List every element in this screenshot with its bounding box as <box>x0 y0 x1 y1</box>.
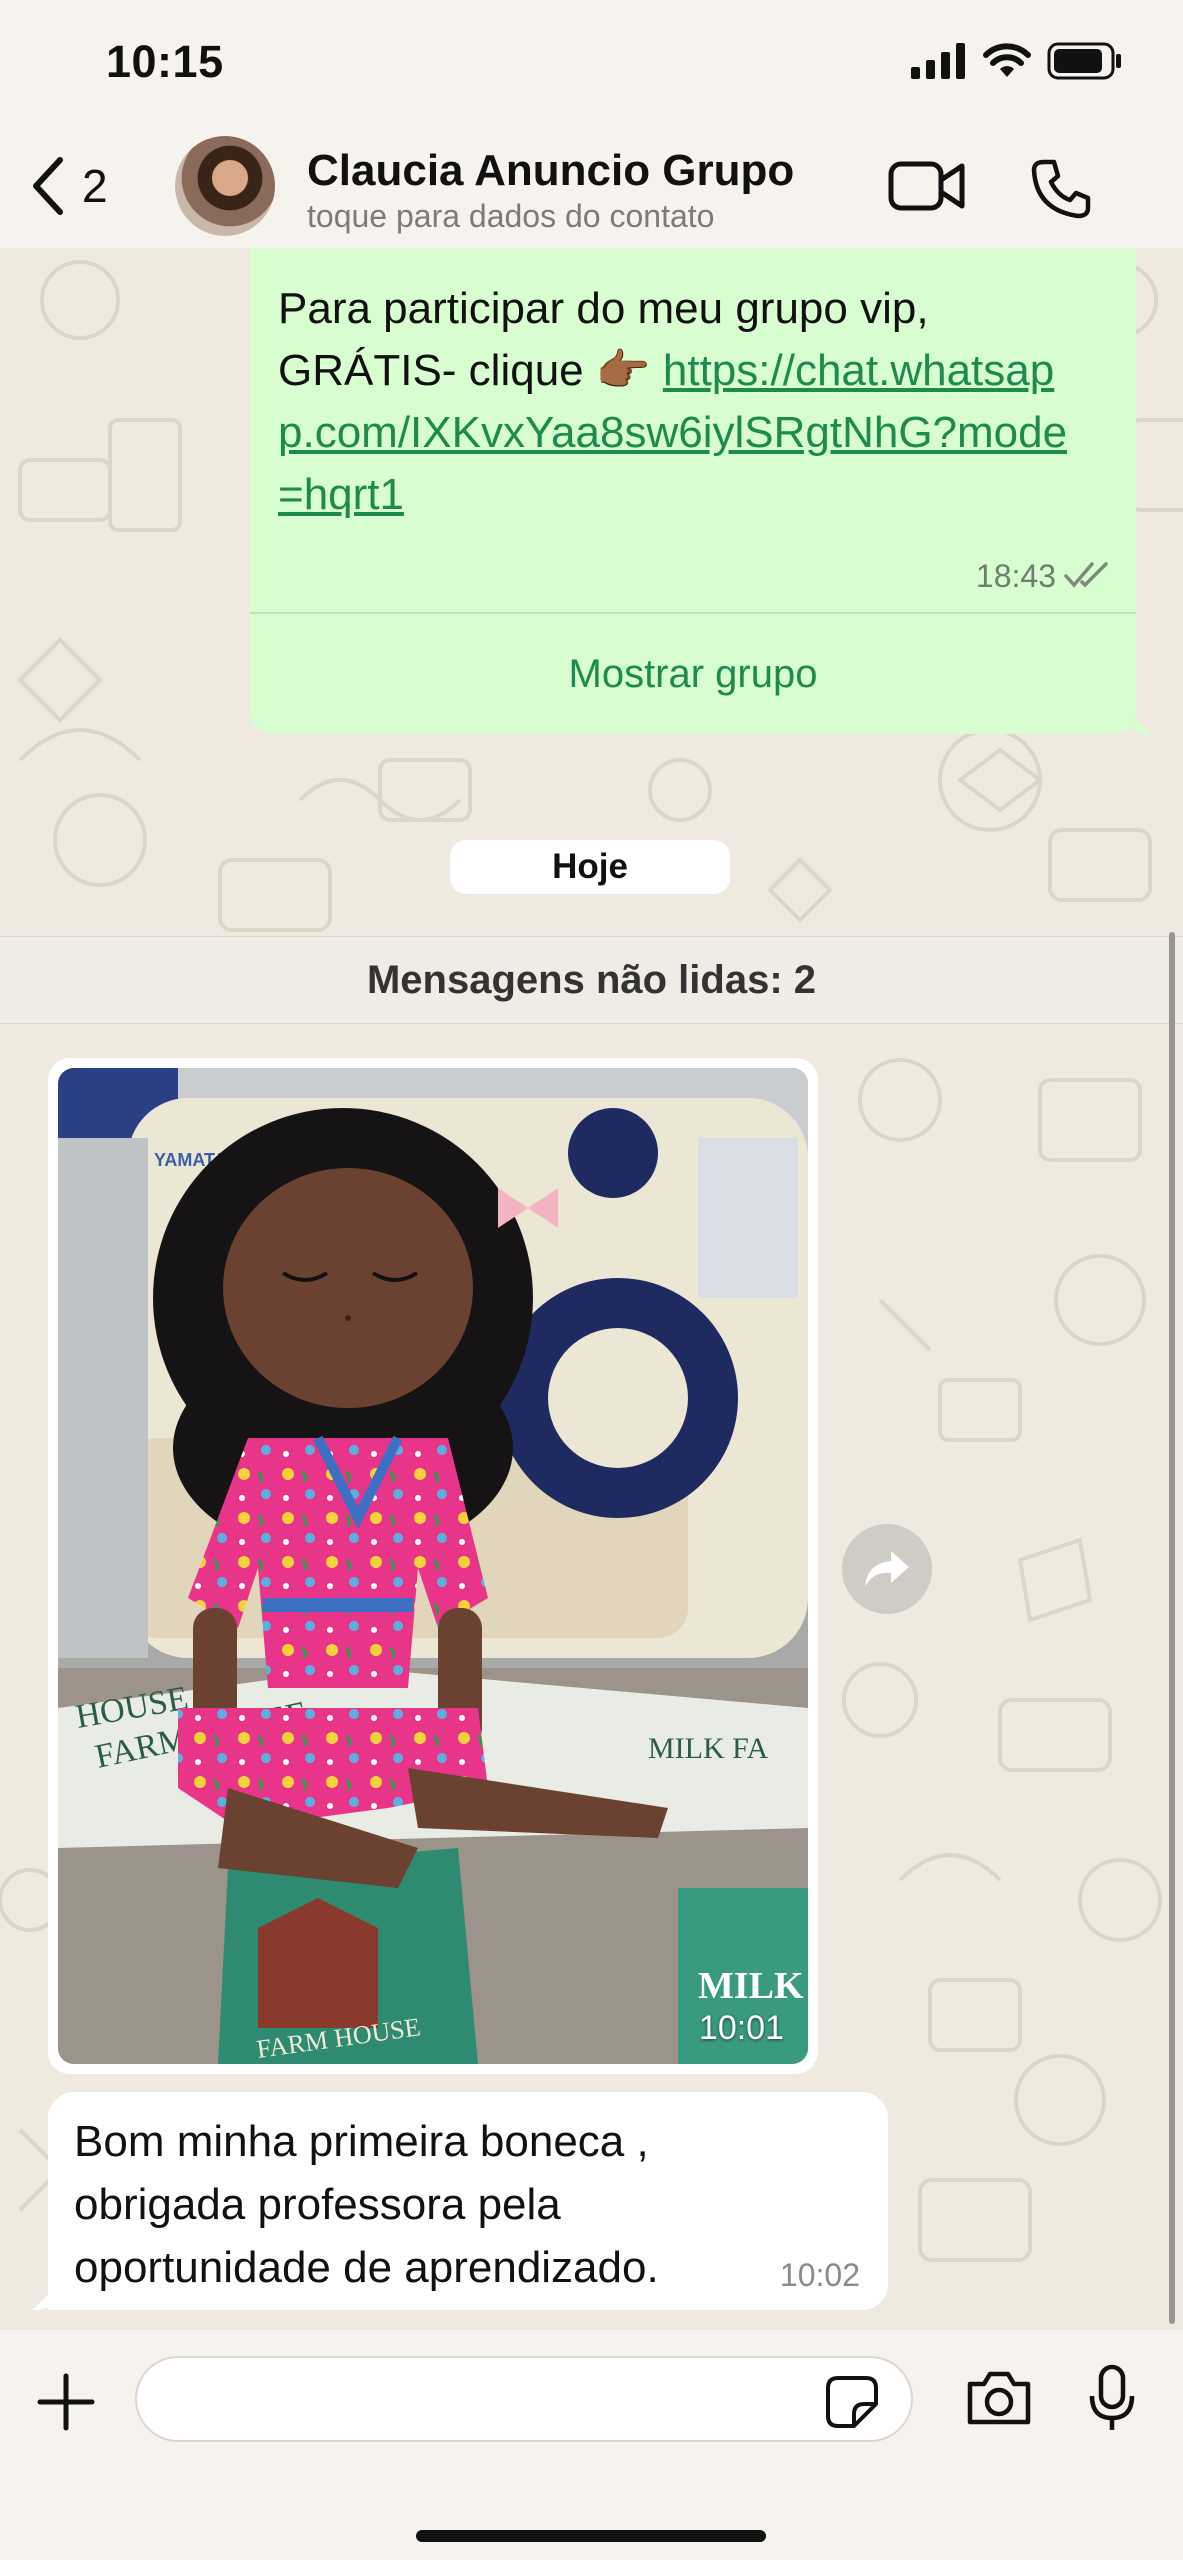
date-chip: Hoje <box>450 840 730 894</box>
image-message-bubble[interactable]: YAMATA FARM HOUSE MILK FA HOUSE FARM HOU… <box>48 1058 818 2074</box>
double-check-icon <box>1064 562 1108 588</box>
contact-name[interactable]: Claucia Anuncio Grupo <box>307 146 794 196</box>
attach-button[interactable] <box>36 2372 96 2437</box>
doll-photo[interactable]: YAMATA FARM HOUSE MILK FA HOUSE FARM HOU… <box>58 1068 808 2064</box>
back-button[interactable]: 2 <box>30 155 108 217</box>
sent-message-time: 18:43 <box>975 558 1056 594</box>
sticker-button[interactable] <box>824 2374 880 2435</box>
video-call-icon <box>888 161 965 211</box>
status-icons <box>911 42 1123 80</box>
scrollbar[interactable] <box>1169 932 1175 2324</box>
received-message-text: Bom minha primeira boneca , obrigada pro… <box>74 2117 659 2292</box>
contact-subtitle[interactable]: toque para dados do contato <box>307 198 714 235</box>
image-message-time: 10:01 <box>698 2009 784 2047</box>
sent-message-text: Para participar do meu grupo vip, GRÁTIS… <box>278 278 1078 526</box>
message-input[interactable] <box>135 2356 913 2442</box>
wifi-icon <box>983 43 1031 77</box>
signal-icon <box>911 43 965 79</box>
phone-icon <box>1031 159 1091 219</box>
camera-icon <box>967 2371 1031 2425</box>
chevron-left-icon <box>33 157 63 215</box>
chat-header: 2 Claucia Anuncio Grupo toque para dados… <box>0 130 1183 248</box>
unread-messages-banner: Mensagens não lidas: 2 <box>0 936 1183 1024</box>
received-message-bubble[interactable]: Bom minha primeira boneca , obrigada pro… <box>48 2092 888 2310</box>
show-group-button[interactable]: Mostrar grupo <box>250 614 1136 734</box>
sticker-icon <box>826 2376 878 2428</box>
forward-icon <box>865 1551 909 1587</box>
forward-button[interactable] <box>842 1524 932 1614</box>
milk-label-1: MILK FA <box>648 1732 769 1765</box>
message-input-bar <box>0 2330 1183 2560</box>
contact-avatar[interactable] <box>175 136 275 236</box>
home-indicator[interactable] <box>416 2530 766 2542</box>
voice-call-button[interactable] <box>1030 158 1092 225</box>
microphone-icon <box>1089 2364 1135 2430</box>
status-bar: 10:15 <box>0 0 1183 130</box>
video-call-button[interactable] <box>888 158 966 219</box>
received-message-time: 10:02 <box>779 2257 860 2293</box>
microphone-button[interactable] <box>1088 2364 1136 2439</box>
sent-message-bubble[interactable]: Para participar do meu grupo vip, GRÁTIS… <box>250 248 1136 734</box>
plus-icon <box>37 2373 95 2431</box>
camera-button[interactable] <box>964 2368 1034 2433</box>
unread-chats-count: 2 <box>82 160 108 212</box>
battery-icon <box>1047 42 1121 80</box>
milk-label-2: MILK <box>698 1965 804 2007</box>
status-time: 10:15 <box>106 36 224 87</box>
